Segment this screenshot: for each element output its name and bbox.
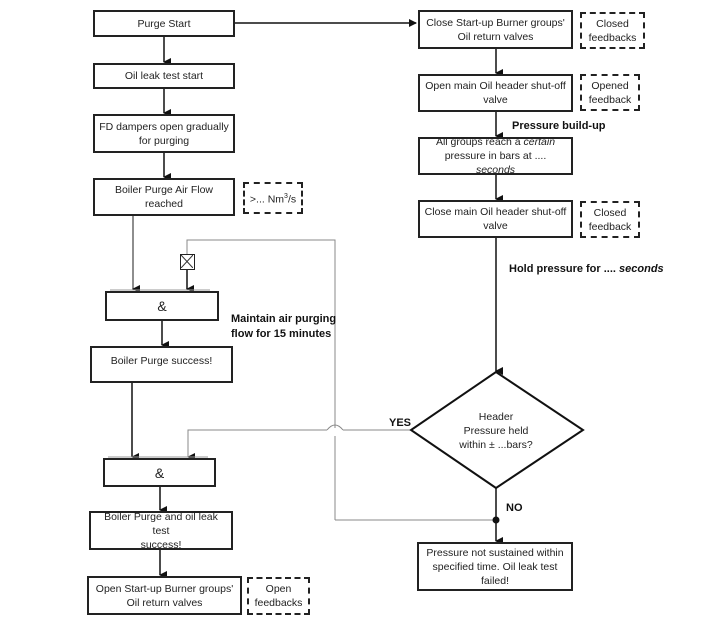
closed-feedback-line1: Closed	[593, 206, 627, 219]
test-failed-box: Pressure not sustained within specified …	[417, 542, 573, 591]
yes-label: YES	[389, 417, 412, 429]
and-gate-1-label: &	[157, 298, 167, 314]
purge-start-box: Purge Start	[93, 10, 235, 37]
close-header-valve-line1: Close main Oil header shut-off	[424, 206, 567, 218]
opened-feedback-line1: Opened	[591, 79, 629, 92]
groups-reach-pressure-box: All groups reach a certain pressure in b…	[418, 136, 573, 176]
and-gate-2: &	[103, 458, 216, 487]
close-return-valves-box: Close Start-up Burner groups' Oil return…	[418, 10, 573, 49]
open-return-valves-line1: Open Start-up Burner groups'	[95, 582, 234, 595]
open-feedbacks-line2: feedbacks	[254, 597, 303, 609]
open-return-valves-line2: Oil return valves	[126, 596, 203, 609]
opened-feedback-box: Opened feedback	[580, 74, 640, 111]
closed-feedback-line2: feedback	[588, 220, 632, 233]
air-flow-condition: >... Nm3/s	[249, 192, 297, 206]
close-header-valve-box: Close main Oil header shut-off valve	[418, 200, 573, 238]
groups-reach-line1: All groups reach a certain	[435, 136, 556, 148]
maintain-purging-label: Maintain air purging flow for 15 minutes	[231, 313, 337, 340]
air-flow-line1: Boiler Purge Air Flow	[114, 184, 214, 196]
closed-feedback-box: Closed feedback	[580, 201, 640, 238]
open-feedbacks-box: Open feedbacks	[247, 577, 310, 615]
close-header-valve-line2: valve	[483, 220, 508, 232]
air-flow-line2: reached	[145, 198, 183, 210]
purge-start-label: Purge Start	[137, 17, 191, 30]
fd-dampers-line1: FD dampers open gradually	[99, 120, 229, 133]
junction-dot	[492, 516, 500, 524]
and-gate-2-label: &	[154, 464, 165, 481]
opened-feedback-line2: feedback	[588, 93, 632, 106]
air-flow-reached-box: Boiler Purge Air Flow reached	[93, 178, 235, 216]
timer-icon	[180, 254, 195, 270]
and-gate-1: &	[105, 291, 219, 321]
pressure-buildup-label: Pressure build-up	[512, 120, 606, 132]
purge-oil-success-line2: success!	[140, 538, 182, 551]
open-feedbacks-line1: Open	[265, 583, 292, 595]
closed-feedbacks-box: Closed feedbacks	[580, 12, 645, 49]
open-header-valve-line2: valve	[483, 94, 508, 106]
oil-leak-test-start-label: Oil leak test start	[124, 70, 204, 82]
open-return-valves-box: Open Start-up Burner groups' Oil return …	[87, 576, 242, 615]
hold-pressure-label: Hold pressure for .... seconds	[509, 263, 664, 275]
failed-line3: failed!	[480, 574, 510, 587]
closed-feedbacks-line1: Closed	[596, 17, 629, 30]
purge-oil-success-box: Boiler Purge and oil leak test success!	[89, 510, 233, 551]
fd-dampers-line2: for purging	[138, 134, 190, 147]
groups-reach-line2: pressure in bars at .... seconds	[444, 150, 547, 176]
purge-success-label: Boiler Purge success!	[110, 355, 213, 367]
decision-text: Header Pressure held within ± ...bars?	[459, 411, 533, 451]
open-header-valve-line1: Open main Oil header shut-off	[425, 80, 566, 92]
closed-feedbacks-line2: feedbacks	[588, 31, 637, 44]
open-header-valve-box: Open main Oil header shut-off valve	[418, 74, 573, 112]
air-flow-condition-box: >... Nm3/s	[243, 182, 303, 214]
failed-line1: Pressure not sustained within	[426, 546, 564, 559]
no-label: NO	[506, 502, 523, 514]
failed-line2: specified time. Oil leak test	[432, 560, 558, 573]
purge-success-box: Boiler Purge success!	[90, 346, 233, 383]
oil-leak-test-start-box: Oil leak test start	[93, 63, 235, 89]
fd-dampers-box: FD dampers open gradually for purging	[93, 114, 235, 153]
close-return-valves-line2: Oil return valves	[457, 30, 534, 43]
close-return-valves-line1: Close Start-up Burner groups'	[426, 16, 565, 29]
purge-oil-success-line1: Boiler Purge and oil leak test	[104, 510, 218, 537]
